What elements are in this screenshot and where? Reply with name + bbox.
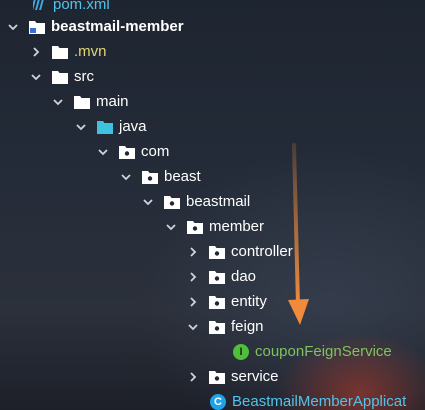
package-icon bbox=[119, 145, 135, 159]
chevron-right-icon[interactable] bbox=[187, 371, 199, 383]
tree-item-entity[interactable]: entity bbox=[187, 289, 267, 314]
tree-item-main[interactable]: main bbox=[52, 89, 129, 114]
tree-item-label: feign bbox=[231, 318, 264, 335]
tree-item-label: beastmail-member bbox=[51, 18, 184, 35]
tree-item-label: src bbox=[74, 68, 94, 85]
tree-item-beastmail[interactable]: beastmail bbox=[142, 189, 250, 214]
package-icon bbox=[187, 220, 203, 234]
maven-icon bbox=[33, 0, 47, 11]
tree-item-label: java bbox=[119, 118, 147, 135]
chevron-down-icon[interactable] bbox=[7, 21, 19, 33]
chevron-right-icon[interactable] bbox=[187, 296, 199, 308]
chevron-right-icon[interactable] bbox=[30, 46, 42, 58]
tree-item-feign[interactable]: feign bbox=[187, 314, 264, 339]
chevron-down-icon[interactable] bbox=[187, 321, 199, 333]
tree-item-src[interactable]: src bbox=[30, 64, 94, 89]
package-icon bbox=[209, 245, 225, 259]
package-icon bbox=[209, 270, 225, 284]
folder-icon bbox=[74, 95, 90, 109]
interface-icon: I bbox=[233, 343, 249, 360]
tree-item-label: dao bbox=[231, 268, 257, 285]
folder-icon bbox=[52, 70, 68, 84]
tree-item-label: couponFeignService bbox=[255, 343, 392, 360]
tree-item-label: main bbox=[96, 93, 129, 110]
tree-item-label: member bbox=[209, 218, 265, 235]
chevron-right-icon[interactable] bbox=[187, 246, 199, 258]
tree-item-beastmail-member[interactable]: beastmail-member bbox=[7, 14, 184, 39]
package-icon bbox=[164, 195, 180, 209]
tree-item-beastmail-member-application[interactable]: C BeastmailMemberApplicat bbox=[210, 389, 406, 410]
tree-item-mvn[interactable]: .mvn bbox=[30, 39, 107, 64]
package-icon bbox=[209, 370, 225, 384]
chevron-down-icon[interactable] bbox=[52, 96, 64, 108]
chevron-down-icon[interactable] bbox=[75, 121, 87, 133]
tree-item-label: service bbox=[231, 368, 279, 385]
chevron-down-icon[interactable] bbox=[30, 71, 42, 83]
source-root-folder-icon bbox=[97, 120, 113, 134]
module-folder-icon bbox=[29, 20, 45, 34]
package-icon bbox=[209, 295, 225, 309]
tree-item-beast[interactable]: beast bbox=[120, 164, 201, 189]
project-tree: pom.xml beastmail-member .mvn src main j… bbox=[0, 0, 425, 410]
tree-item-service[interactable]: service bbox=[187, 364, 279, 389]
tree-item-controller[interactable]: controller bbox=[187, 239, 293, 264]
chevron-right-icon[interactable] bbox=[187, 271, 199, 283]
tree-item-label: .mvn bbox=[74, 43, 107, 60]
chevron-down-icon[interactable] bbox=[165, 221, 177, 233]
spring-class-icon: C bbox=[210, 393, 226, 410]
tree-item-dao[interactable]: dao bbox=[187, 264, 256, 289]
tree-item-label: entity bbox=[231, 293, 267, 310]
tree-item-java[interactable]: java bbox=[75, 114, 147, 139]
tree-item-label: controller bbox=[231, 243, 293, 260]
chevron-down-icon[interactable] bbox=[142, 196, 154, 208]
tree-item-label: BeastmailMemberApplicat bbox=[232, 393, 407, 410]
tree-item-label: beastmail bbox=[186, 193, 251, 210]
package-icon bbox=[142, 170, 158, 184]
tree-item-coupon-feign-service[interactable]: I couponFeignService bbox=[233, 339, 392, 364]
tree-item-label: com bbox=[141, 143, 170, 160]
chevron-down-icon[interactable] bbox=[120, 171, 132, 183]
chevron-down-icon[interactable] bbox=[97, 146, 109, 158]
folder-icon bbox=[52, 45, 68, 59]
tree-item-label: beast bbox=[164, 168, 201, 185]
tree-item-com[interactable]: com bbox=[97, 139, 169, 164]
tree-item-label: pom.xml bbox=[53, 0, 110, 13]
package-icon bbox=[209, 320, 225, 334]
tree-item-member[interactable]: member bbox=[165, 214, 264, 239]
